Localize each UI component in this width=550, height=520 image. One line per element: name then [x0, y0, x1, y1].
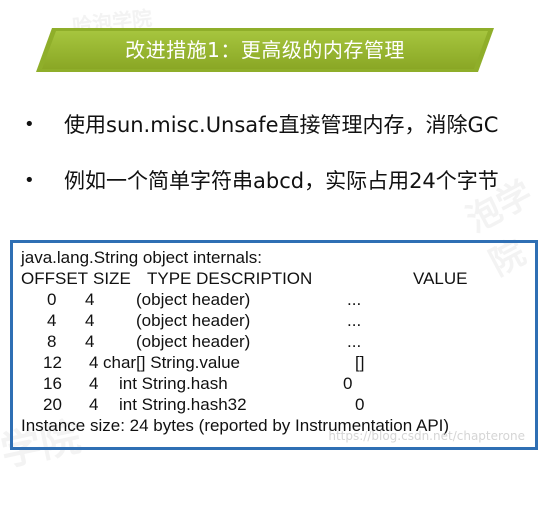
- row-offset: 4: [47, 311, 57, 330]
- row-offset: 8: [47, 332, 57, 351]
- row-value: []: [355, 353, 365, 372]
- code-row: 20 4 int String.hash32 0: [21, 394, 527, 415]
- row-offset: 16: [43, 374, 62, 393]
- row-type: (object header): [136, 332, 251, 351]
- bullet-list: • 使用sun.misc.Unsafe直接管理内存，消除GC • 例如一个简单字…: [24, 96, 544, 208]
- header-offset: OFFSET: [21, 269, 89, 288]
- code-row: 16 4 int String.hash 0: [21, 373, 527, 394]
- row-size: 4: [85, 311, 95, 330]
- row-type: int String.hash32: [119, 395, 247, 414]
- row-type: (object header): [136, 290, 251, 309]
- bullet-text: 例如一个简单字符串abcd，实际占用24个字节: [64, 169, 499, 193]
- code-box: java.lang.String object internals: OFFSE…: [10, 240, 538, 450]
- code-footer: Instance size: 24 bytes (reported by Ins…: [21, 416, 450, 435]
- header-size: SIZE: [93, 269, 131, 288]
- bullet-text: 使用sun.misc.Unsafe直接管理内存，消除GC: [64, 113, 499, 137]
- row-size: 4: [89, 374, 99, 393]
- row-value: ...: [347, 311, 362, 330]
- list-item: • 例如一个简单字符串abcd，实际占用24个字节: [24, 152, 544, 208]
- row-offset: 12: [43, 353, 62, 372]
- row-type: char[] String.value: [103, 353, 241, 372]
- row-size: 4: [89, 395, 99, 414]
- row-offset: 20: [43, 395, 62, 414]
- list-item: • 使用sun.misc.Unsafe直接管理内存，消除GC: [24, 96, 544, 152]
- row-value: 0: [343, 374, 353, 393]
- code-row: 8 4 (object header) ...: [21, 331, 527, 352]
- row-offset: 0: [47, 290, 57, 309]
- row-value: ...: [347, 290, 362, 309]
- page-title: 改进措施1：更高级的内存管理: [125, 38, 405, 62]
- row-value: ...: [347, 332, 362, 351]
- row-type: int String.hash: [119, 374, 228, 393]
- bullet-marker: •: [24, 169, 35, 191]
- row-size: 4: [85, 332, 95, 351]
- row-size: 4: [85, 290, 95, 309]
- header-value: VALUE: [413, 269, 468, 288]
- code-row: 12 4 char[] String.value []: [21, 352, 527, 373]
- bullet-marker: •: [24, 113, 35, 135]
- code-header-row: OFFSET SIZE TYPE DESCRIPTION VALUE: [21, 268, 527, 289]
- code-row: 4 4 (object header) ...: [21, 310, 527, 331]
- code-row: 0 4 (object header) ...: [21, 289, 527, 310]
- row-type: (object header): [136, 311, 251, 330]
- header-type-description: TYPE DESCRIPTION: [147, 269, 313, 288]
- code-title: java.lang.String object internals:: [21, 248, 262, 267]
- row-size: 4: [89, 353, 99, 372]
- row-value: 0: [355, 395, 365, 414]
